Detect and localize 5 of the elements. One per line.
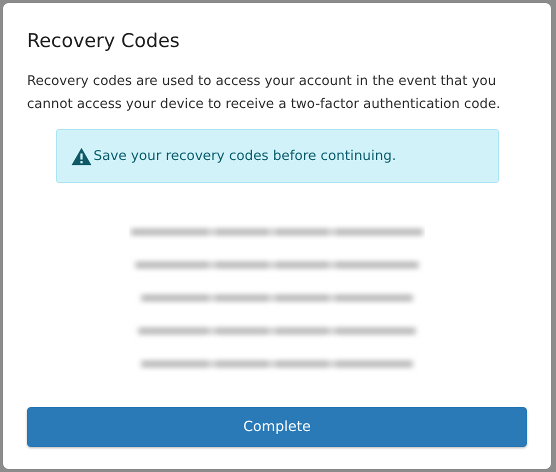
warning-icon — [70, 146, 92, 166]
dialog-title: Recovery Codes — [27, 29, 181, 53]
description-text: Recovery codes are used to access your account in the event that you cannot access your device to receive a two-factor authentication code. — [27, 73, 502, 114]
complete-button[interactable]: Complete — [27, 407, 527, 447]
alert-text: Save your recovery codes before continuing. — [94, 148, 396, 164]
